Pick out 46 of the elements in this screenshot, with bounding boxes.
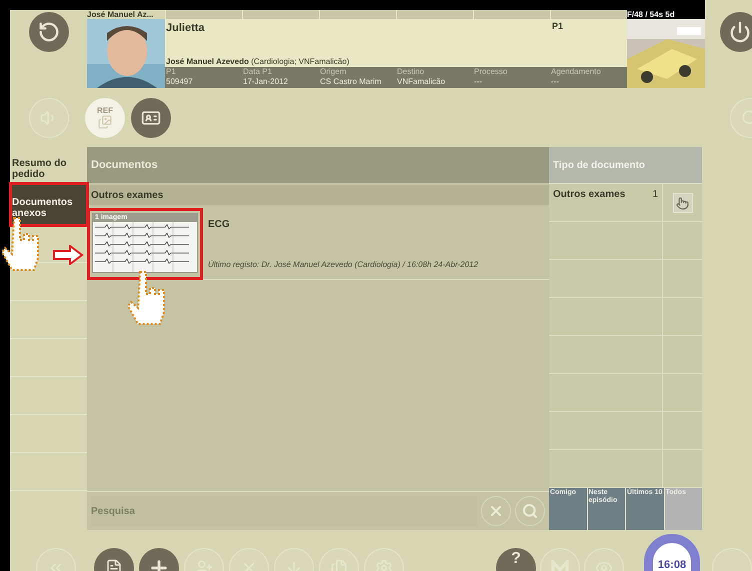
power-button[interactable] bbox=[720, 12, 752, 52]
pointing-hand-icon bbox=[0, 216, 40, 272]
doc-type-label[interactable]: Outros exames bbox=[553, 187, 626, 221]
field-value: VNFamalicão bbox=[397, 77, 446, 87]
field-label: Data P1 bbox=[243, 67, 273, 77]
group-title: Outros exames bbox=[91, 188, 164, 202]
photo-caption: F/48 / 54s 5d bbox=[627, 10, 676, 19]
patient-name: Julietta bbox=[166, 21, 205, 36]
clock-time: 16:08 bbox=[658, 558, 686, 571]
help-button[interactable]: ? bbox=[496, 548, 536, 571]
power-icon bbox=[729, 21, 751, 43]
field-label: Processo bbox=[474, 67, 508, 77]
field-value: 17-Jan-2012 bbox=[243, 77, 289, 87]
undo-icon bbox=[38, 21, 60, 43]
priority-label: P1 bbox=[552, 20, 563, 33]
ecg-thumbnail[interactable] bbox=[93, 222, 197, 272]
search-field[interactable]: Pesquisa bbox=[91, 496, 477, 526]
search-icon bbox=[522, 503, 538, 519]
hand-icon bbox=[676, 196, 689, 210]
doc-type-title: Tipo de documento bbox=[553, 158, 646, 172]
undo-button[interactable] bbox=[28, 12, 68, 52]
right-arrow-icon bbox=[52, 245, 84, 265]
documents-title: Documentos bbox=[91, 158, 158, 173]
doc-type-count: 1 bbox=[652, 188, 658, 202]
document-title: ECG bbox=[208, 218, 231, 232]
documents-icon bbox=[98, 115, 112, 129]
sidebar-item[interactable]: Documentos anexos bbox=[10, 185, 87, 225]
field-label: P1 bbox=[166, 67, 177, 77]
field-value: CS Castro Marim bbox=[320, 77, 382, 87]
speaker-button[interactable] bbox=[28, 98, 68, 138]
pointing-hand-icon bbox=[126, 270, 166, 326]
field-value: 509497 bbox=[166, 77, 194, 87]
field-value: --- bbox=[474, 77, 483, 87]
select-button[interactable] bbox=[672, 193, 692, 213]
search-button[interactable] bbox=[515, 496, 545, 526]
close-icon bbox=[488, 503, 504, 519]
doctor-line: José Manuel Azevedo (Cardiologia; VNFamalicão) bbox=[165, 57, 350, 67]
field-value: --- bbox=[551, 77, 560, 87]
clear-button[interactable] bbox=[481, 496, 511, 526]
field-label: Destino bbox=[397, 67, 426, 77]
field-label: Origem bbox=[320, 67, 348, 77]
last-record-text: Último registo: Dr. José Manuel Azevedo (Cardiologia) / 16:08h 24-Abr-2012 bbox=[208, 259, 478, 271]
field-label: Agendamento bbox=[551, 67, 602, 77]
id-card-button[interactable] bbox=[131, 98, 171, 138]
clock-dial[interactable]: 16:08 bbox=[644, 534, 700, 571]
ref-button[interactable]: REF bbox=[85, 98, 125, 138]
